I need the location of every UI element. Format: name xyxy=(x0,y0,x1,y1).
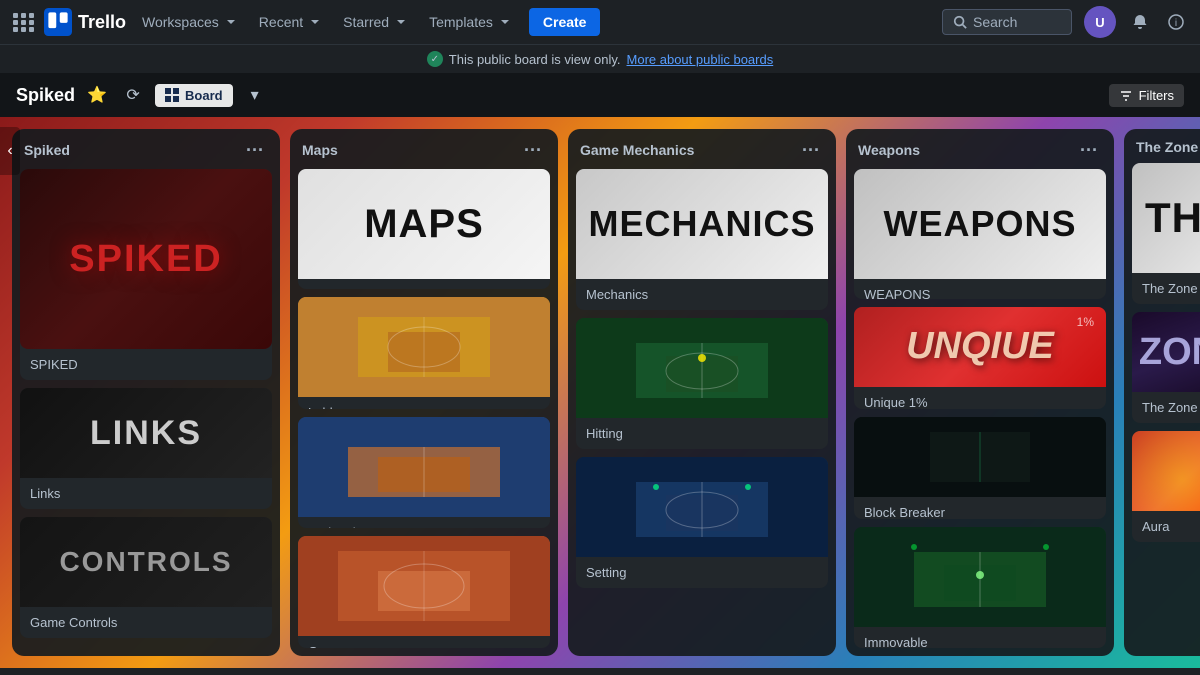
card-label-mechanics: Mechanics xyxy=(576,279,828,310)
column-mechanics: Game Mechanics ··· MECHANICS Mechanics xyxy=(568,129,836,656)
filters-button[interactable]: Filters xyxy=(1109,84,1184,107)
card-maps-cover[interactable]: MAPS Maps xyxy=(298,169,550,289)
zone2-text: ZON xyxy=(1139,331,1200,374)
unique-card-text: UNQIUE xyxy=(906,325,1054,368)
chevron-down-icon xyxy=(497,14,513,30)
thezone-cover-text: TH xyxy=(1145,194,1200,242)
search-icon xyxy=(953,15,967,29)
column-title-spiked: Spiked xyxy=(24,142,70,158)
column-title-weapons: Weapons xyxy=(858,142,920,158)
card-weapons-cover[interactable]: WEAPONS WEAPONS xyxy=(854,169,1106,299)
card-label-controls: Game Controls xyxy=(20,607,272,638)
card-label-gym: Gym xyxy=(298,636,550,648)
unique-percent-text: 1% xyxy=(1077,315,1094,329)
sidebar-toggle[interactable]: ‹ xyxy=(0,127,20,175)
card-label-hitting: Hitting xyxy=(576,418,828,449)
filter-icon xyxy=(1119,88,1133,102)
chevron-down-icon xyxy=(223,14,239,30)
card-controls[interactable]: CONTROLS Game Controls xyxy=(20,517,272,638)
notif-icon: ✓ xyxy=(427,51,443,67)
maps-cover-text: MAPS xyxy=(354,192,494,257)
templates-button[interactable]: Templates xyxy=(421,10,521,34)
svg-text:i: i xyxy=(1175,18,1177,29)
card-nationals[interactable]: Nationals xyxy=(298,417,550,529)
card-spiked-hero[interactable]: SPIKED SPIKED xyxy=(20,169,272,380)
card-label-nationals: Nationals xyxy=(298,517,550,529)
controls-card-text: CONTROLS xyxy=(59,546,232,578)
board-area: ‹ Spiked ··· SPIKED SPIKED LINKS Links xyxy=(0,117,1200,668)
column-weapons: Weapons ··· WEAPONS WEAPONS UNQIUE 1% Un… xyxy=(846,129,1114,656)
card-setting[interactable]: Setting xyxy=(576,457,828,588)
card-label-weapons: WEAPONS xyxy=(854,279,1106,299)
card-label-immovable: Immovable xyxy=(854,627,1106,648)
card-links[interactable]: LINKS Links xyxy=(20,388,272,509)
card-label-unique: Unique 1% xyxy=(854,387,1106,409)
grid-menu-icon[interactable] xyxy=(8,6,40,38)
column-menu-maps[interactable]: ··· xyxy=(520,139,546,161)
trello-logo-text: Trello xyxy=(78,12,126,33)
chevron-down-icon xyxy=(393,14,409,30)
card-lobby[interactable]: Lobby xyxy=(298,297,550,409)
card-unique[interactable]: UNQIUE 1% Unique 1% xyxy=(854,307,1106,409)
starred-button[interactable]: Starred xyxy=(335,10,417,34)
column-menu-weapons[interactable]: ··· xyxy=(1076,139,1102,161)
notification-bar: ✓ This public board is view only. More a… xyxy=(0,44,1200,73)
card-aura[interactable]: Aura xyxy=(1132,431,1200,542)
watch-icon[interactable]: ⟳ xyxy=(119,81,147,109)
card-hitting[interactable]: Hitting xyxy=(576,318,828,449)
column-spiked: Spiked ··· SPIKED SPIKED LINKS Links xyxy=(12,129,280,656)
card-immovable[interactable]: Immovable xyxy=(854,527,1106,648)
column-thezone: The Zone TH The Zone ZON The Zone xyxy=(1124,129,1200,656)
card-gym[interactable]: Gym xyxy=(298,536,550,648)
card-blockbreaker[interactable]: Block Breaker xyxy=(854,417,1106,519)
card-thezone-cover[interactable]: TH The Zone xyxy=(1132,163,1200,304)
board-title: Spiked xyxy=(16,85,75,106)
board-header: Spiked ⭐ ⟳ Board ▾ Filters xyxy=(0,73,1200,117)
column-maps: Maps ··· MAPS Maps xyxy=(290,129,558,656)
card-label-lobby: Lobby xyxy=(298,397,550,409)
column-title-maps: Maps xyxy=(302,142,338,158)
card-label-blockbreaker: Block Breaker xyxy=(854,497,1106,519)
card-label-thezone-cover: The Zone xyxy=(1132,273,1200,304)
mechanics-cover-text: MECHANICS xyxy=(578,193,825,255)
create-button[interactable]: Create xyxy=(529,8,601,36)
weapons-cover-text: WEAPONS xyxy=(873,193,1086,255)
trello-logo-icon xyxy=(44,8,72,36)
chevron-down-icon xyxy=(307,14,323,30)
avatar[interactable]: U xyxy=(1084,6,1116,38)
notifications-icon[interactable] xyxy=(1124,6,1156,38)
card-mechanics-cover[interactable]: MECHANICS Mechanics xyxy=(576,169,828,310)
recent-button[interactable]: Recent xyxy=(251,10,331,34)
links-card-text: LINKS xyxy=(90,414,202,453)
column-title-mechanics: Game Mechanics xyxy=(580,142,694,158)
card-zone2[interactable]: ZON The Zone xyxy=(1132,312,1200,423)
info-icon[interactable]: i xyxy=(1160,6,1192,38)
expand-icon[interactable]: ▾ xyxy=(241,81,269,109)
card-label-setting: Setting xyxy=(576,557,828,588)
board-grid-icon xyxy=(165,88,179,102)
notif-link[interactable]: More about public boards xyxy=(627,52,774,67)
board-view-button[interactable]: Board xyxy=(155,84,233,107)
card-label-zone2: The Zone xyxy=(1132,392,1200,423)
card-label-aura: Aura xyxy=(1132,511,1200,542)
search-box[interactable]: Search xyxy=(942,9,1072,35)
spiked-logo-text: SPIKED xyxy=(69,238,222,281)
workspaces-button[interactable]: Workspaces xyxy=(134,10,247,34)
star-icon[interactable]: ⭐ xyxy=(83,81,111,109)
card-label-links: Links xyxy=(20,478,272,509)
trello-logo[interactable]: Trello xyxy=(44,8,126,36)
column-menu-spiked[interactable]: ··· xyxy=(242,139,268,161)
card-label-maps: Maps xyxy=(298,279,550,289)
nav-bar: Trello Workspaces Recent Starred Templat… xyxy=(0,0,1200,44)
column-title-thezone: The Zone xyxy=(1136,139,1198,155)
card-label: SPIKED xyxy=(20,349,272,380)
column-menu-mechanics[interactable]: ··· xyxy=(798,139,824,161)
